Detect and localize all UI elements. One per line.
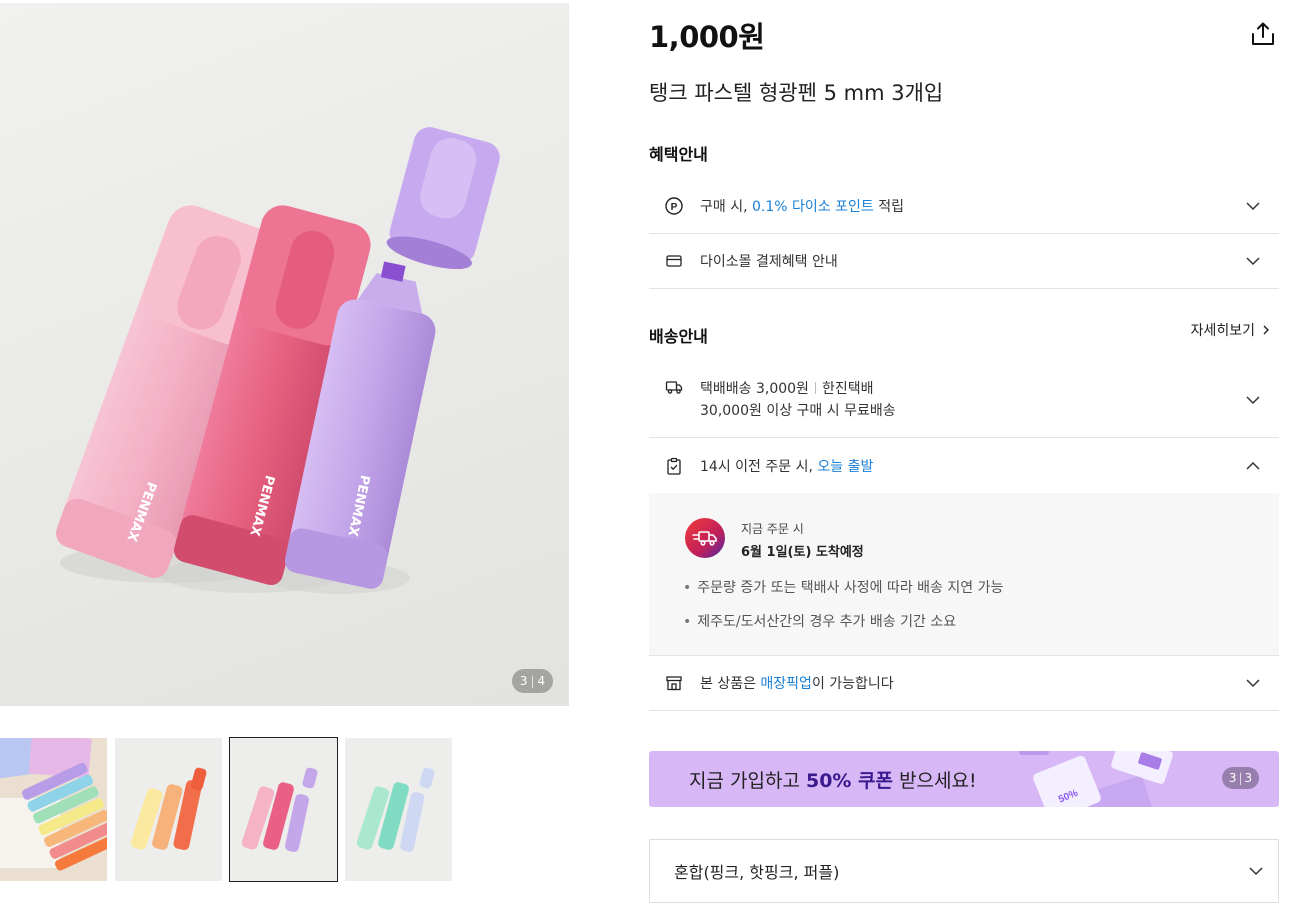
parcel-line-1: 택배배송 3,000원 한진택배 bbox=[700, 378, 896, 400]
chevron-down-icon bbox=[1246, 257, 1260, 266]
thumbnail-1[interactable] bbox=[0, 738, 107, 881]
shipping-more-link[interactable]: 자세히보기 bbox=[1191, 320, 1271, 340]
delivery-note: 제주도/도서산간의 경우 추가 배송 기간 소요 bbox=[683, 611, 956, 631]
svg-text:P: P bbox=[671, 202, 678, 213]
highlighter-pens-illustration: PENMAX PENMAX PENMAX bbox=[55, 127, 500, 594]
card-icon bbox=[665, 252, 683, 270]
thumbnail-2-image bbox=[115, 738, 222, 881]
product-title: 탱크 파스텔 형광펜 5 mm 3개입 bbox=[649, 81, 944, 105]
banner-counter-current: 3 bbox=[1228, 771, 1237, 785]
chevron-down-icon bbox=[1249, 867, 1263, 876]
pickup-prefix: 본 상품은 bbox=[700, 676, 761, 692]
parcel-delivery-text: 택배배송 3,000원 한진택배 30,000원 이상 구매 시 무료배송 bbox=[700, 378, 896, 422]
thumbnail-4[interactable] bbox=[345, 738, 452, 881]
chevron-up-icon bbox=[1246, 461, 1260, 470]
banner-highlight: 50% 쿠폰 bbox=[805, 770, 894, 792]
option-selected-value: 혼합(핑크, 핫핑크, 퍼플) bbox=[674, 863, 840, 882]
fast-delivery-icon bbox=[685, 518, 725, 558]
payment-benefit-label: 다이소몰 결제혜택 안내 bbox=[700, 254, 838, 270]
parcel-delivery-row[interactable]: 택배배송 3,000원 한진택배 30,000원 이상 구매 시 무료배송 bbox=[649, 362, 1279, 438]
share-icon[interactable] bbox=[1249, 20, 1277, 48]
thumbnail-4-image bbox=[345, 738, 452, 881]
eta-date: 6월 1일(토) 도착예정 bbox=[741, 545, 864, 560]
store-pickup-row[interactable]: 본 상품은 매장픽업이 가능합니다 bbox=[649, 656, 1279, 711]
point-icon: P bbox=[665, 196, 683, 215]
today-dispatch-row[interactable]: 14시 이전 주문 시, 오늘 출발 bbox=[649, 438, 1279, 493]
coupon-illustration: 50% bbox=[1019, 751, 1173, 807]
benefits-section-title: 혜택안내 bbox=[649, 145, 708, 164]
parcel-fee: 택배배송 3,000원 bbox=[700, 381, 809, 397]
image-counter: 3 | 4 bbox=[512, 669, 553, 693]
image-counter-current: 3 bbox=[519, 674, 528, 688]
banner-text: 지금 가입하고 50% 쿠폰 받으세요! bbox=[689, 766, 977, 793]
chevron-down-icon bbox=[1246, 396, 1260, 405]
banner-suffix: 받으세요! bbox=[893, 770, 977, 792]
pickup-highlight: 매장픽업 bbox=[760, 676, 812, 692]
divider bbox=[814, 382, 816, 394]
pickup-suffix: 이 가능합니다 bbox=[811, 676, 894, 692]
chevron-down-icon bbox=[1246, 201, 1260, 210]
thumbnail-3-image bbox=[230, 738, 337, 881]
eta-label: 지금 주문 시 bbox=[741, 522, 804, 536]
today-dispatch-text: 14시 이전 주문 시, 오늘 출발 bbox=[700, 456, 873, 476]
signup-coupon-banner[interactable]: 지금 가입하고 50% 쿠폰 받으세요! 50% 3 | 3 bbox=[649, 751, 1279, 807]
image-counter-total: 4 bbox=[537, 674, 546, 688]
payment-benefit-row[interactable]: 다이소몰 결제혜택 안내 bbox=[649, 234, 1279, 289]
truck-icon bbox=[665, 378, 683, 396]
banner-counter: 3 | 3 bbox=[1222, 767, 1259, 789]
thumbnail-3[interactable] bbox=[229, 737, 338, 882]
delivery-note: 주문량 증가 또는 택배사 사정에 따라 배송 지연 가능 bbox=[683, 577, 1003, 597]
image-counter-separator: | bbox=[530, 674, 535, 688]
banner-prefix: 지금 가입하고 bbox=[689, 770, 806, 792]
delivery-eta-panel: 지금 주문 시 6월 1일(토) 도착예정 주문량 증가 또는 택배사 사정에 … bbox=[649, 493, 1279, 656]
shipping-section-title: 배송안내 bbox=[649, 327, 708, 346]
main-product-image[interactable]: PENMAX PENMAX PENMAX 3 | 4 bbox=[0, 3, 569, 706]
thumbnail-2[interactable] bbox=[115, 738, 222, 881]
banner-counter-total: 3 bbox=[1244, 771, 1253, 785]
points-benefit-text: 구매 시, 0.1% 다이소 포인트 적립 bbox=[700, 196, 904, 216]
points-prefix: 구매 시, bbox=[700, 198, 752, 215]
thumbnail-1-image bbox=[0, 738, 107, 881]
banner-counter-separator: | bbox=[1238, 771, 1243, 785]
chevron-down-icon bbox=[1246, 679, 1260, 688]
today-prefix: 14시 이전 주문 시, bbox=[700, 458, 818, 475]
points-highlight: 0.1% 다이소 포인트 bbox=[752, 198, 874, 215]
product-price: 1,000원 bbox=[649, 20, 765, 54]
points-suffix: 적립 bbox=[873, 198, 904, 215]
option-select[interactable]: 혼합(핑크, 핫핑크, 퍼플) bbox=[649, 839, 1279, 903]
parcel-carrier: 한진택배 bbox=[821, 381, 874, 397]
store-icon bbox=[665, 674, 683, 692]
points-benefit-row[interactable]: P 구매 시, 0.1% 다이소 포인트 적립 bbox=[649, 178, 1279, 234]
today-highlight: 오늘 출발 bbox=[817, 458, 874, 475]
store-pickup-text: 본 상품은 매장픽업이 가능합니다 bbox=[700, 673, 894, 693]
clipboard-check-icon bbox=[665, 457, 683, 475]
shipping-more-label: 자세히보기 bbox=[1190, 323, 1255, 339]
parcel-line-2: 30,000원 이상 구매 시 무료배송 bbox=[700, 403, 896, 419]
chevron-right-icon bbox=[1263, 325, 1269, 335]
